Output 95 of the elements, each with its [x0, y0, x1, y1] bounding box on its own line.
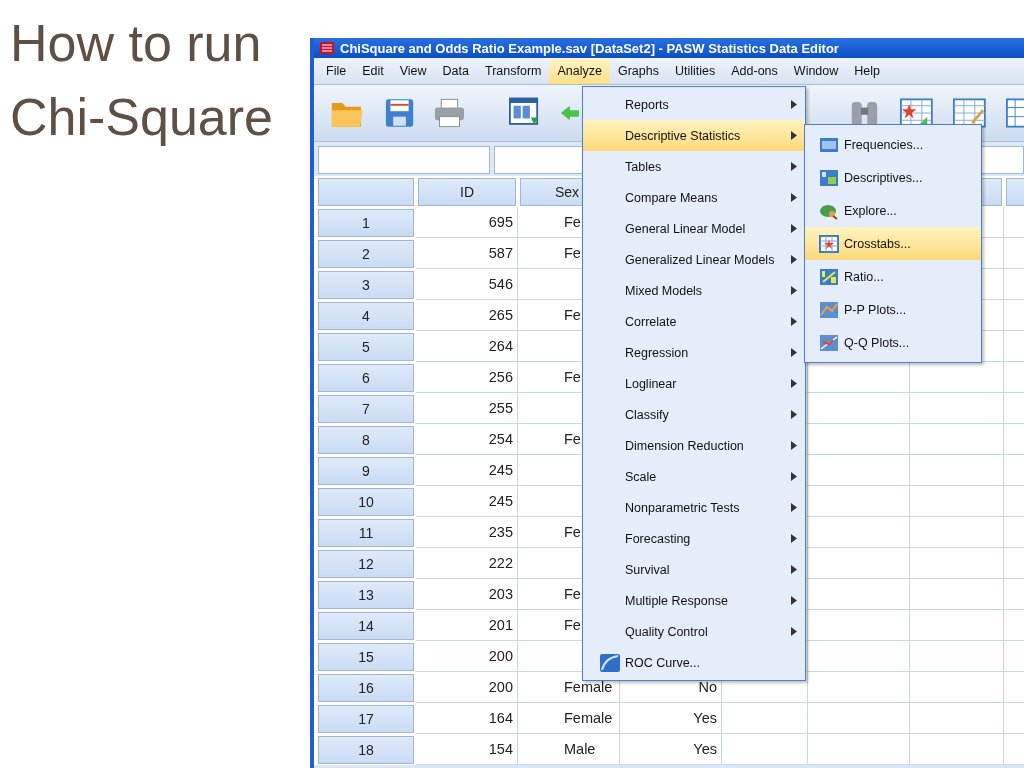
curve-chart-icon [599, 652, 621, 673]
menu-option[interactable]: Explore... [805, 194, 981, 227]
table-cell: 546 [416, 269, 518, 300]
row-header[interactable]: 10 [318, 488, 414, 516]
menu-item[interactable]: Analyze [549, 58, 610, 84]
table-cell: Female [518, 703, 620, 734]
app-icon [320, 42, 334, 54]
menu-option[interactable]: P-P Plots... [805, 293, 981, 326]
table-cell: 245 [416, 486, 518, 517]
table-cell: 164 [416, 703, 518, 734]
submenu-arrow-icon [791, 255, 797, 264]
table-cell: 695 [416, 207, 518, 238]
window-title: ChiSquare and Odds Ratio Example.sav [DataSet2] - PASW Statistics Data Editor [340, 40, 839, 56]
plot-icon [819, 300, 839, 319]
menu-item[interactable]: Help [846, 58, 888, 84]
fraction-icon [819, 267, 839, 286]
table-cell: 203 [416, 579, 518, 610]
row-header[interactable]: 2 [318, 240, 414, 268]
table-cell: 256 [416, 362, 518, 393]
submenu-arrow-icon [791, 348, 797, 357]
row-header[interactable]: 7 [318, 395, 414, 423]
row-header[interactable]: 9 [318, 457, 414, 485]
row-header[interactable]: 1 [318, 209, 414, 237]
submenu-arrow-icon [791, 286, 797, 295]
row-header[interactable]: 3 [318, 271, 414, 299]
row-header[interactable]: 11 [318, 519, 414, 547]
submenu-arrow-icon [791, 100, 797, 109]
table-cell: 254 [416, 424, 518, 455]
menu-option[interactable]: Descriptive Statistics [583, 120, 805, 151]
save-icon[interactable] [384, 97, 414, 129]
submenu-arrow-icon [791, 379, 797, 388]
submenu-arrow-icon [791, 317, 797, 326]
table-cell: 154 [416, 734, 518, 765]
table-cell: 265 [416, 300, 518, 331]
number-grid-icon [819, 135, 839, 154]
table-cell: 587 [416, 238, 518, 269]
menu-option[interactable]: Reports [583, 89, 805, 120]
submenu-arrow-icon [791, 472, 797, 481]
insert-column-icon[interactable] [953, 97, 986, 129]
menu-option[interactable]: Crosstabs... [805, 227, 981, 260]
submenu-arrow-icon [791, 503, 797, 512]
row-header[interactable]: 4 [318, 302, 414, 330]
slide-heading: How to run Chi-Square [10, 13, 275, 148]
cell-reference-field[interactable] [318, 146, 490, 174]
menu-option[interactable]: Ratio... [805, 260, 981, 293]
table-cell: 201 [416, 610, 518, 641]
submenu-arrow-icon [791, 534, 797, 543]
table-cell: Male [518, 734, 620, 765]
submenu-arrow-icon [791, 410, 797, 419]
row-header[interactable]: 12 [318, 550, 414, 578]
submenu-arrow-icon [791, 131, 797, 140]
menu-option[interactable]: Scale [583, 461, 805, 492]
plot-icon [819, 333, 839, 352]
table-cell: 235 [416, 517, 518, 548]
submenu-arrow-icon [791, 193, 797, 202]
menu-item[interactable]: Add-ons [723, 58, 786, 84]
table-cell: 222 [416, 548, 518, 579]
chart-tile-icon [819, 168, 839, 187]
submenu-arrow-icon [791, 441, 797, 450]
table-star-icon [819, 234, 839, 253]
row-header[interactable]: 14 [318, 612, 414, 640]
row-header[interactable]: 5 [318, 333, 414, 361]
menu-option[interactable]: Q-Q Plots... [805, 326, 981, 359]
row-header[interactable]: 15 [318, 643, 414, 671]
table-cell: 245 [416, 455, 518, 486]
table-cell: 255 [416, 393, 518, 424]
row-header[interactable]: 8 [318, 426, 414, 454]
grid-icon[interactable] [1005, 97, 1024, 129]
table-cell: 264 [416, 331, 518, 362]
menu-item[interactable]: Edit [354, 58, 392, 84]
table-cell: Yes [620, 703, 722, 734]
row-header[interactable]: 18 [318, 736, 414, 764]
menu-item[interactable]: File [318, 58, 355, 84]
menu-item[interactable]: View [391, 58, 435, 84]
row-header[interactable]: 6 [318, 364, 414, 392]
table-cell: 200 [416, 641, 518, 672]
menu-item[interactable]: Utilities [666, 58, 724, 84]
menu-option[interactable]: Descriptives... [805, 161, 981, 194]
menu-item[interactable]: Data [434, 58, 477, 84]
menu-item[interactable]: Transform [477, 58, 550, 84]
submenu-arrow-icon [791, 596, 797, 605]
menu-option[interactable]: Frequencies... [805, 128, 981, 161]
column-header[interactable]: ID [418, 178, 516, 206]
menu-item[interactable]: Graphs [609, 58, 667, 84]
table-cell: 200 [416, 672, 518, 703]
submenu-arrow-icon [791, 565, 797, 574]
submenu-arrow-icon [791, 224, 797, 233]
table-cell: Yes [620, 734, 722, 765]
submenu-arrow-icon [791, 162, 797, 171]
menu-item[interactable]: Window [785, 58, 847, 84]
printer-icon[interactable] [433, 97, 465, 129]
submenu-arrow-icon [791, 627, 797, 636]
row-header[interactable]: 13 [318, 581, 414, 609]
row-header[interactable]: 16 [318, 674, 414, 702]
row-header[interactable]: 17 [318, 705, 414, 733]
